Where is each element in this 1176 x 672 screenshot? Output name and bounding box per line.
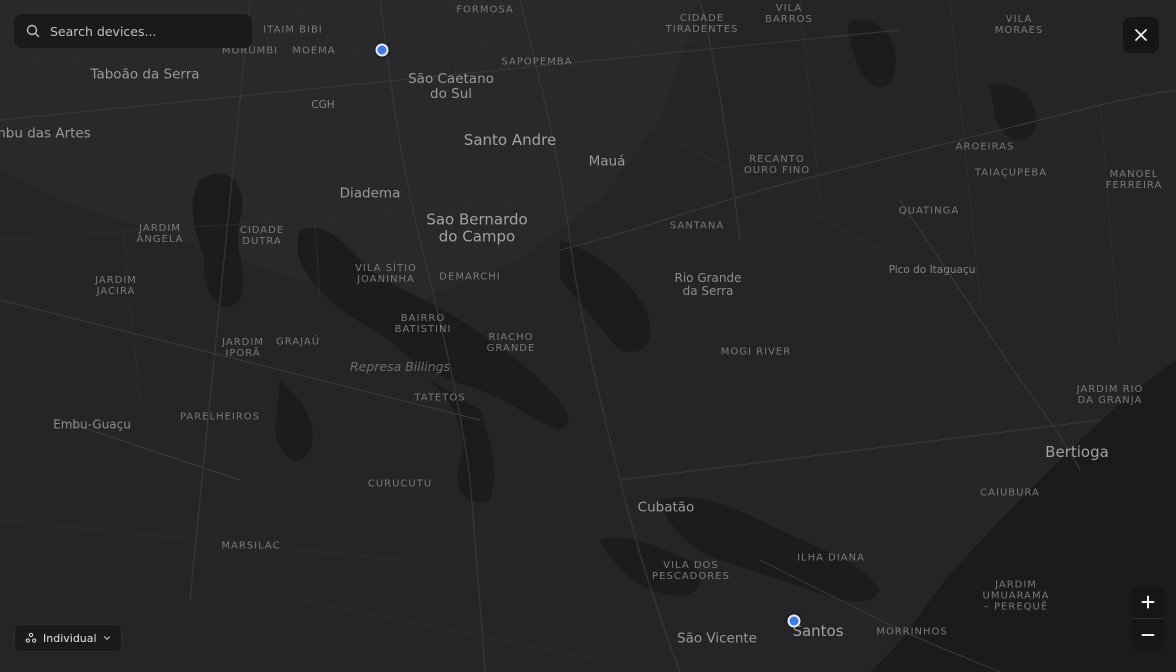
device-marker[interactable]: [787, 614, 801, 628]
minus-icon: [1141, 634, 1155, 636]
map-canvas[interactable]: ITAIM BIBI FORMOSA CIDADE TIRADENTES VILA BAR…: [0, 0, 1176, 672]
zoom-controls: [1132, 586, 1164, 650]
plus-icon: [1141, 595, 1155, 609]
search-input[interactable]: [48, 22, 232, 40]
close-button[interactable]: [1123, 17, 1159, 53]
search-bar[interactable]: [14, 14, 252, 48]
device-marker[interactable]: [375, 43, 389, 57]
close-icon: [1135, 29, 1147, 41]
zoom-in-button[interactable]: [1132, 586, 1164, 618]
search-icon: [26, 24, 40, 38]
cluster-icon: [25, 632, 37, 643]
map-base-layer: [0, 0, 1176, 672]
view-mode-label: Individual: [43, 631, 97, 645]
view-mode-dropdown[interactable]: Individual: [14, 624, 122, 652]
chevron-down-icon: [103, 636, 110, 641]
zoom-out-button[interactable]: [1132, 619, 1164, 650]
